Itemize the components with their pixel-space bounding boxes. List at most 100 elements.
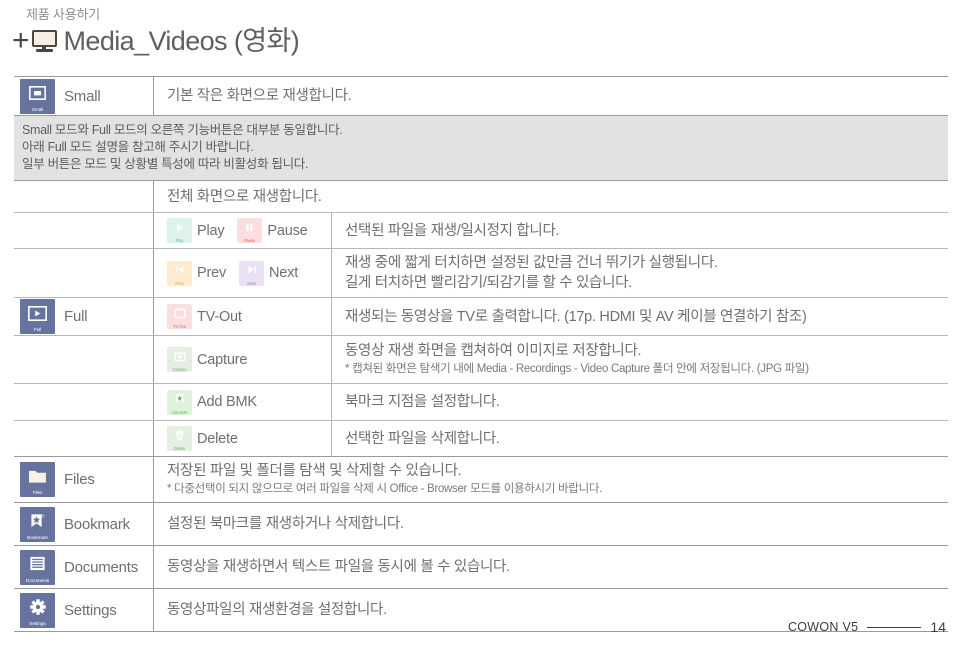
- note-line-1: Small 모드와 Full 모드의 오른쪽 기능버튼은 대부분 동일합니다.: [22, 123, 343, 137]
- desc-prev-next-2: 길게 터치하면 빨리감기/되감기를 할 수 있습니다.: [345, 275, 632, 291]
- sidebar-item-full[interactable]: Full Full: [20, 299, 88, 334]
- desc-cell-files: 저장된 파일 및 폴더를 탐색 및 삭제할 수 있습니다. * 다중선택이 되지…: [154, 457, 948, 502]
- note-line-3: 일부 버튼은 모드 및 상황별 특성에 따라 비활성화 됩니다.: [22, 157, 309, 171]
- folder-icon: Files: [20, 462, 55, 497]
- function-button-tvout[interactable]: TV Out TV-Out: [167, 304, 242, 329]
- page-header: 제품 사용하기 + Media_Videos (영화): [0, 0, 960, 56]
- documents-icon-caption: Documents: [25, 577, 50, 584]
- brand-label: COWON V5: [787, 620, 859, 634]
- page-footer: COWON V5 14: [788, 619, 946, 635]
- table-row-full-desc: 전체 화면으로 재생합니다.: [14, 181, 948, 213]
- plus-marker: +: [12, 24, 30, 57]
- mode-cell-full-spacer: [14, 181, 154, 212]
- sidebar-item-files[interactable]: Files Files: [20, 462, 95, 497]
- sidebar-item-label-full: Full: [64, 308, 88, 325]
- table-row-addbmk: Add BMK Add BMK 북마크 지점을 설정합니다.: [14, 384, 948, 421]
- mode-cell-full: Full Full: [14, 298, 154, 335]
- desc-bookmark: 설정된 북마크를 재생하거나 삭제합니다.: [167, 516, 404, 532]
- function-button-prev[interactable]: Prev Prev: [167, 260, 227, 286]
- table-row-prev-next: Prev Prev Next Next 재생 중에 짧게 터치하면 설정된 값만…: [14, 249, 948, 298]
- table-row-documents: Documents Documents 동영상을 재생하면서 텍스트 파일을 동…: [14, 546, 948, 589]
- camera-icon-caption: Capture: [172, 367, 187, 372]
- sidebar-item-label-files: Files: [64, 471, 95, 488]
- mode-cell-settings: Settings Settings: [14, 589, 154, 631]
- note-box: Small 모드와 Full 모드의 오른쪽 기능버튼은 대부분 동일합니다. …: [14, 116, 948, 181]
- desc-addbmk: 북마크 지점을 설정합니다.: [345, 394, 500, 410]
- button-cell-capture: Capture Capture: [154, 336, 332, 383]
- button-cell-tvout: TV Out TV-Out: [154, 298, 332, 335]
- svg-text:D: D: [41, 513, 45, 518]
- sidebar-item-label-small: Small: [64, 87, 101, 105]
- function-button-next[interactable]: Next Next: [239, 260, 298, 286]
- bookmark-add-icon-caption: Add BMK: [171, 409, 188, 415]
- full-screen-icon: Full: [20, 299, 55, 334]
- next-icon: Next: [239, 260, 265, 286]
- desc-files-sub: * 다중선택이 되지 않으므로 여러 파일을 삭제 시 Office - Bro…: [167, 483, 603, 495]
- desc-play: 선택된 파일을 재생/일시정지 합니다.: [345, 222, 560, 239]
- sidebar-item-label-settings: Settings: [64, 601, 117, 619]
- function-button-play[interactable]: Play Play: [167, 218, 225, 243]
- documents-icon: Documents: [20, 549, 55, 585]
- sidebar-item-small[interactable]: Small Small: [20, 78, 101, 114]
- desc-files: 저장된 파일 및 폴더를 탐색 및 삭제할 수 있습니다.: [167, 463, 462, 479]
- small-icon-caption: Small: [31, 106, 44, 113]
- play-label: Play: [197, 222, 225, 239]
- trash-icon-caption: Delete: [173, 446, 186, 451]
- desc-capture: 동영상 재생 화면을 캡쳐하여 이미지로 저장합니다.: [345, 343, 642, 359]
- table-row-bookmark: D Bookmark Bookmark 설정된 북마크를 재생하거나 삭제합니다…: [14, 503, 948, 546]
- desc-documents: 동영상을 재생하면서 텍스트 파일을 동시에 볼 수 있습니다.: [167, 559, 510, 575]
- desc-small: 기본 작은 화면으로 재생합니다.: [167, 88, 352, 104]
- desc-prev-next-1: 재생 중에 짧게 터치하면 설정된 값만큼 건너 뛰기가 실행됩니다.: [345, 255, 718, 271]
- tv-out-icon-caption: TV Out: [173, 324, 186, 329]
- desc-full: 전체 화면으로 재생합니다.: [167, 188, 322, 205]
- sidebar-item-label-documents: Documents: [64, 558, 139, 576]
- mode-cell-files: Files Files: [14, 457, 154, 502]
- pause-icon-caption: Pause: [244, 238, 256, 243]
- sidebar-item-settings[interactable]: Settings Settings: [20, 592, 117, 628]
- button-cell-prev-next: Prev Prev Next Next: [154, 249, 332, 297]
- desc-cell-delete: 선택한 파일을 삭제합니다.: [332, 421, 948, 456]
- desc-cell-bookmark: 설정된 북마크를 재생하거나 삭제합니다.: [154, 503, 948, 545]
- prev-label: Prev: [197, 265, 227, 281]
- bookmark-icon-caption: Bookmark: [27, 534, 48, 541]
- addbmk-label: Add BMK: [197, 394, 257, 410]
- desc-delete: 선택한 파일을 삭제합니다.: [345, 430, 500, 447]
- table-row-capture: Capture Capture 동영상 재생 화면을 캡쳐하여 이미지로 저장합…: [14, 336, 948, 384]
- mode-cell-small: Small Small: [14, 77, 154, 115]
- delete-label: Delete: [197, 430, 238, 447]
- monitor-icon: [31, 29, 57, 53]
- bookmark-star-icon: D Bookmark: [20, 506, 55, 542]
- trash-icon: Delete: [167, 426, 192, 451]
- prev-icon-caption: Prev: [175, 280, 184, 286]
- pause-icon: Pause: [237, 218, 263, 243]
- play-icon: Play: [167, 218, 192, 243]
- camera-icon: Capture: [167, 347, 192, 372]
- desc-tvout: 재생되는 동영상을 TV로 출력합니다. (17p. HDMI 및 AV 케이블…: [345, 308, 807, 325]
- sidebar-item-bookmark[interactable]: D Bookmark Bookmark: [20, 506, 130, 542]
- function-button-capture[interactable]: Capture Capture: [167, 347, 247, 372]
- gear-icon: Settings: [20, 592, 55, 628]
- function-button-delete[interactable]: Delete Delete: [167, 426, 238, 451]
- function-button-addbmk[interactable]: Add BMK Add BMK: [167, 389, 257, 415]
- desc-cell-capture: 동영상 재생 화면을 캡쳐하여 이미지로 저장합니다. * 캡쳐된 화면은 탐색…: [332, 336, 948, 383]
- desc-cell-tvout: 재생되는 동영상을 TV로 출력합니다. (17p. HDMI 및 AV 케이블…: [332, 298, 948, 335]
- desc-cell-small: 기본 작은 화면으로 재생합니다.: [154, 77, 948, 115]
- sidebar-item-documents[interactable]: Documents Documents: [20, 549, 139, 585]
- files-icon-caption: Files: [32, 490, 43, 496]
- desc-cell-documents: 동영상을 재생하면서 텍스트 파일을 동시에 볼 수 있습니다.: [154, 546, 948, 588]
- settings-icon-caption: Settings: [29, 620, 46, 627]
- table-row-small: Small Small 기본 작은 화면으로 재생합니다.: [14, 77, 948, 116]
- desc-cell-full: 전체 화면으로 재생합니다.: [154, 181, 948, 212]
- note-line-2: 아래 Full 모드 설명을 참고해 주시기 바랍니다.: [22, 140, 254, 154]
- tvout-label: TV-Out: [197, 308, 242, 325]
- prev-icon: Prev: [167, 260, 192, 286]
- tv-out-icon: TV Out: [167, 304, 192, 329]
- full-icon-caption: Full: [33, 327, 42, 333]
- mode-cell-capture-spacer: [14, 336, 154, 383]
- function-button-pause[interactable]: Pause Pause: [237, 218, 308, 243]
- table-row-delete: Delete Delete 선택한 파일을 삭제합니다.: [14, 421, 948, 457]
- button-cell-addbmk: Add BMK Add BMK: [154, 384, 332, 420]
- bookmark-add-icon: Add BMK: [167, 389, 192, 415]
- desc-settings: 동영상파일의 재생환경을 설정합니다.: [167, 602, 387, 618]
- button-cell-play-pause: Play Play Pause Pause: [154, 213, 332, 248]
